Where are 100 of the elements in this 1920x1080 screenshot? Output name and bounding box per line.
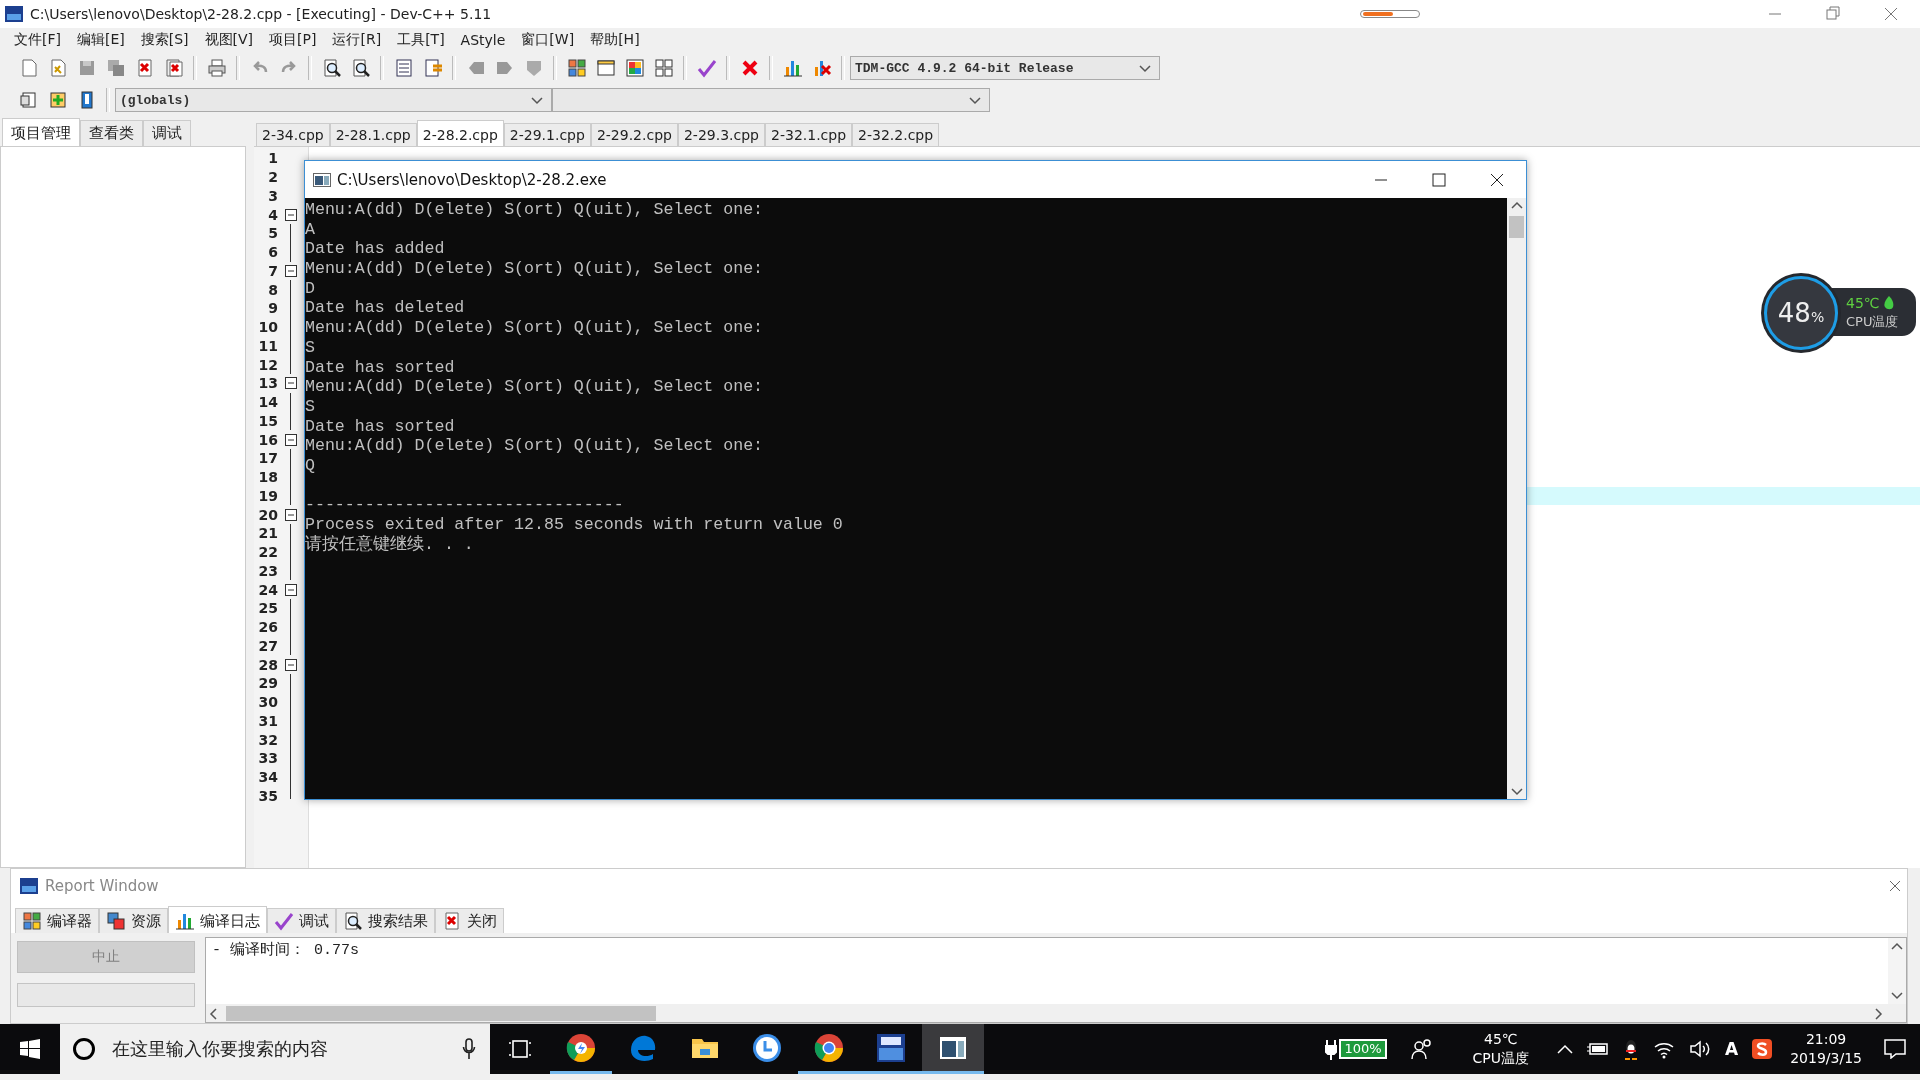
fold-icon[interactable] — [285, 377, 297, 390]
panel-tab[interactable]: 项目管理 — [2, 118, 80, 146]
colors-icon[interactable] — [624, 58, 645, 78]
file-tab[interactable]: 2-29.2.cpp — [590, 123, 678, 146]
console-line: D — [305, 278, 316, 299]
fold-icon[interactable] — [285, 583, 297, 596]
panel-tab[interactable]: 查看类 — [80, 120, 143, 146]
scrollbar-thumb[interactable] — [226, 1005, 656, 1021]
resources-icon — [106, 911, 126, 931]
menu-item[interactable]: 视图[V] — [196, 29, 262, 51]
fold-icon[interactable] — [285, 658, 297, 671]
menu-item[interactable]: AStyle — [452, 30, 514, 50]
app-icon — [4, 5, 24, 23]
scrollbar-thumb[interactable] — [1509, 216, 1524, 238]
console-line: A — [305, 219, 316, 240]
line-number: 9 — [267, 300, 279, 317]
report-tab[interactable]: 资源 — [99, 908, 168, 933]
check-icon[interactable] — [696, 58, 717, 78]
line-number: 33 — [257, 750, 279, 767]
search-field[interactable]: 在这里输入你要搜索的内容 — [110, 1037, 448, 1061]
menu-item[interactable]: 编辑[E] — [69, 29, 133, 51]
line-number: 21 — [257, 525, 279, 542]
panel-title: Report Window — [45, 877, 160, 895]
report-tab[interactable]: 搜索结果 — [336, 908, 435, 933]
fold-icon[interactable] — [285, 208, 297, 221]
line-number: 10 — [257, 319, 279, 336]
file-tab[interactable]: 2-32.2.cpp — [852, 123, 940, 146]
menu-item[interactable]: 文件[F] — [6, 29, 69, 51]
app-icon — [875, 1031, 907, 1064]
menu-item[interactable]: 工具[T] — [389, 29, 453, 51]
new-project-icon[interactable] — [18, 90, 39, 110]
windows-icon[interactable] — [20, 1039, 40, 1059]
line-number: 17 — [257, 450, 279, 467]
add-file-icon[interactable] — [47, 90, 68, 110]
console-line: Date has sorted — [305, 357, 456, 378]
find-icon[interactable] — [321, 58, 342, 78]
line-number: 8 — [267, 281, 279, 298]
file-tab[interactable]: 2-28.1.cpp — [329, 123, 417, 146]
file-tab[interactable]: 2-34.cpp — [256, 123, 330, 146]
file-tab[interactable]: 2-29.3.cpp — [677, 123, 765, 146]
menu-item[interactable]: 项目[P] — [261, 29, 325, 51]
penguin-icon[interactable] — [1623, 1038, 1640, 1060]
report-tab[interactable]: 调试 — [267, 908, 336, 933]
close-all-icon[interactable] — [163, 58, 184, 78]
menu-item[interactable]: 运行[R] — [324, 29, 390, 51]
save-all-icon[interactable] — [105, 58, 126, 78]
taskbar-button[interactable] — [922, 1024, 984, 1074]
battery-icon[interactable] — [1587, 1042, 1610, 1056]
line-number: 11 — [257, 337, 279, 354]
report-tab[interactable]: 编译器 — [15, 908, 99, 933]
scrollbar[interactable] — [1507, 198, 1526, 799]
people-icon[interactable] — [1410, 1038, 1433, 1060]
battery-indicator[interactable]: 100% — [1339, 1039, 1387, 1059]
clock-icon — [751, 1031, 783, 1064]
console-line: Menu:A(dd) D(elete) S(ort) Q(uit), Select one: — [305, 318, 765, 338]
microphone-icon[interactable] — [462, 1038, 476, 1060]
menu-item[interactable]: 窗口[W] — [513, 29, 583, 51]
indent-icon[interactable] — [393, 58, 414, 78]
printer-icon[interactable] — [206, 58, 227, 78]
ime-icon[interactable] — [1752, 1039, 1773, 1059]
line-number: 27 — [257, 637, 279, 654]
app-icon — [19, 877, 39, 895]
report-tab[interactable]: 编译日志 — [168, 906, 267, 933]
line-number: 26 — [257, 619, 279, 636]
line-number: 4 — [267, 206, 279, 223]
menu-item[interactable]: 搜索[S] — [132, 29, 197, 51]
line-number: 32 — [257, 731, 279, 748]
panel-tab[interactable]: 调试 — [143, 120, 191, 146]
window-icon[interactable] — [595, 58, 616, 78]
scope-dropdown[interactable]: (globals) — [115, 88, 552, 112]
report-tab[interactable]: 关闭 — [435, 908, 504, 933]
fold-icon[interactable] — [285, 433, 297, 446]
line-number: 14 — [257, 394, 279, 411]
find-icon — [343, 911, 363, 931]
line-number: 12 — [257, 356, 279, 373]
replace-icon[interactable] — [350, 58, 371, 78]
line-number: 30 — [257, 694, 279, 711]
fold-icon[interactable] — [285, 264, 297, 277]
file-tab[interactable]: 2-32.1.cpp — [765, 123, 853, 146]
file-tab[interactable]: 2-29.1.cpp — [503, 123, 591, 146]
input-mode[interactable]: A — [1725, 1039, 1739, 1059]
file-tab[interactable]: 2-28.2.cpp — [416, 120, 504, 146]
chevron-up-icon[interactable] — [1557, 1043, 1574, 1055]
line-number: 35 — [257, 787, 279, 804]
browser-icon — [565, 1031, 597, 1064]
task-view-icon[interactable] — [509, 1039, 531, 1059]
search-box[interactable]: 在这里输入你要搜索的内容 — [60, 1024, 490, 1074]
notification-icon[interactable] — [1884, 1039, 1906, 1059]
unindent-icon[interactable] — [422, 58, 443, 78]
console-line: Date has sorted — [305, 416, 456, 437]
line-number: 25 — [257, 600, 279, 617]
console-line: S — [305, 396, 316, 417]
compiler-dropdown[interactable]: TDM-GCC 4.9.2 64-bit Release — [850, 56, 1160, 80]
volume-icon[interactable] — [1689, 1039, 1712, 1059]
grid-icon[interactable] — [566, 58, 587, 78]
clock[interactable]: 21:09 2019/3/15 — [1790, 1030, 1862, 1068]
menu-item[interactable]: 帮助[H] — [582, 29, 648, 51]
fold-icon[interactable] — [285, 508, 297, 521]
tiles-icon[interactable] — [653, 58, 674, 78]
bar-chart-icon[interactable] — [782, 58, 803, 78]
